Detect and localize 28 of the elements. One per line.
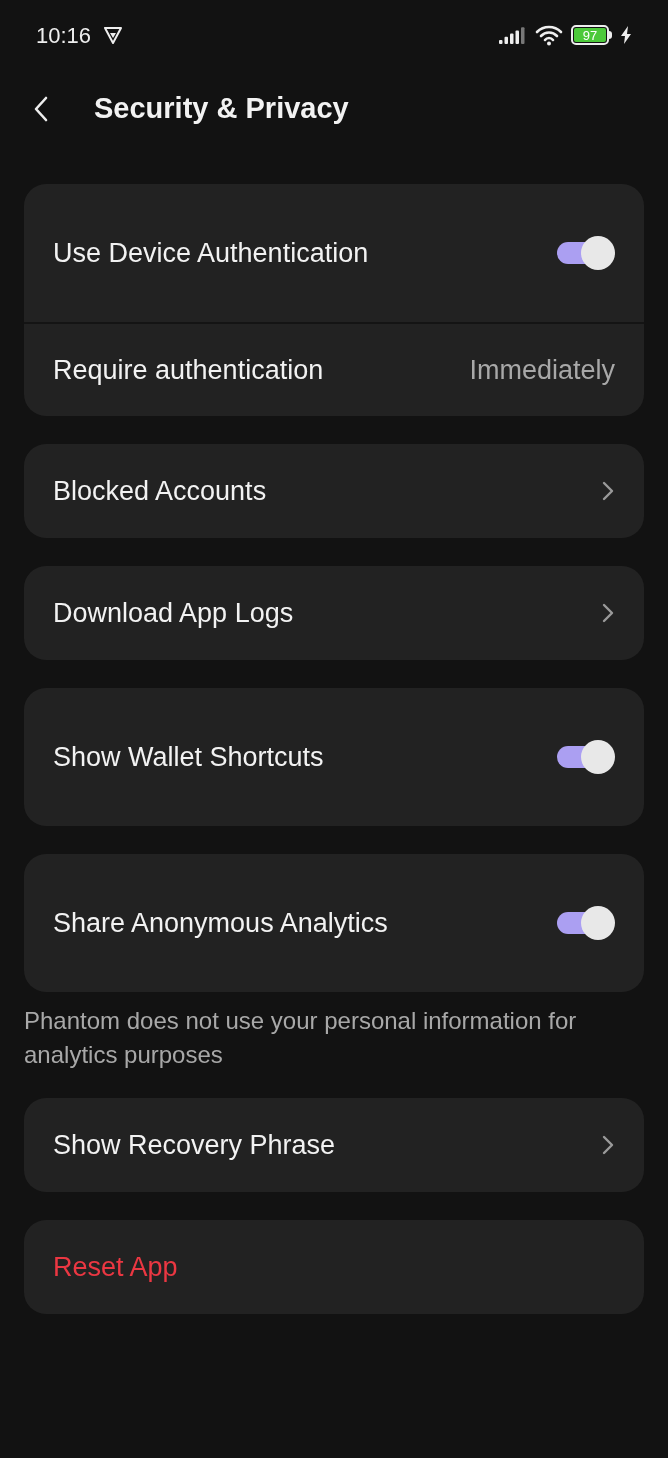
toggle-switch[interactable] [557,906,615,940]
note-text: Phantom does not use your personal information for analytics purposes [24,1006,578,1070]
toggle-switch[interactable] [557,236,615,270]
reset-row[interactable]: Reset App [24,1220,644,1314]
chevron-right-icon [601,602,615,624]
page-title: Security & Privacy [94,91,349,127]
charging-icon [620,26,632,44]
setting-label: Show Recovery Phrase [53,1128,336,1162]
setting-value: Immediately [469,353,615,387]
shield-icon [103,25,124,45]
battery-indicator: 97 [571,25,612,45]
setting-label: Show Wallet Shortcuts [53,740,324,774]
setting-row[interactable]: Show Recovery Phrase [24,1098,644,1192]
chevron-right-icon [601,1134,615,1156]
setting-label: Share Anonymous Analytics [53,906,388,940]
signal-icon [499,26,527,44]
setting-row[interactable]: Blocked Accounts [24,444,644,538]
toggle-switch[interactable] [557,740,615,774]
setting-label: Use Device Authentication [53,236,369,270]
wifi-icon [535,24,563,46]
setting-label: Reset App [53,1250,178,1284]
chevron-right-icon [601,480,615,502]
setting-label: Blocked Accounts [53,474,267,508]
setting-label: Download App Logs [53,596,294,630]
status-time: 10:16 [36,21,92,50]
setting-label: Require authentication [53,353,324,387]
setting-row[interactable]: Download App Logs [24,566,644,660]
setting-row[interactable]: Require authentication Immediately [24,322,644,416]
